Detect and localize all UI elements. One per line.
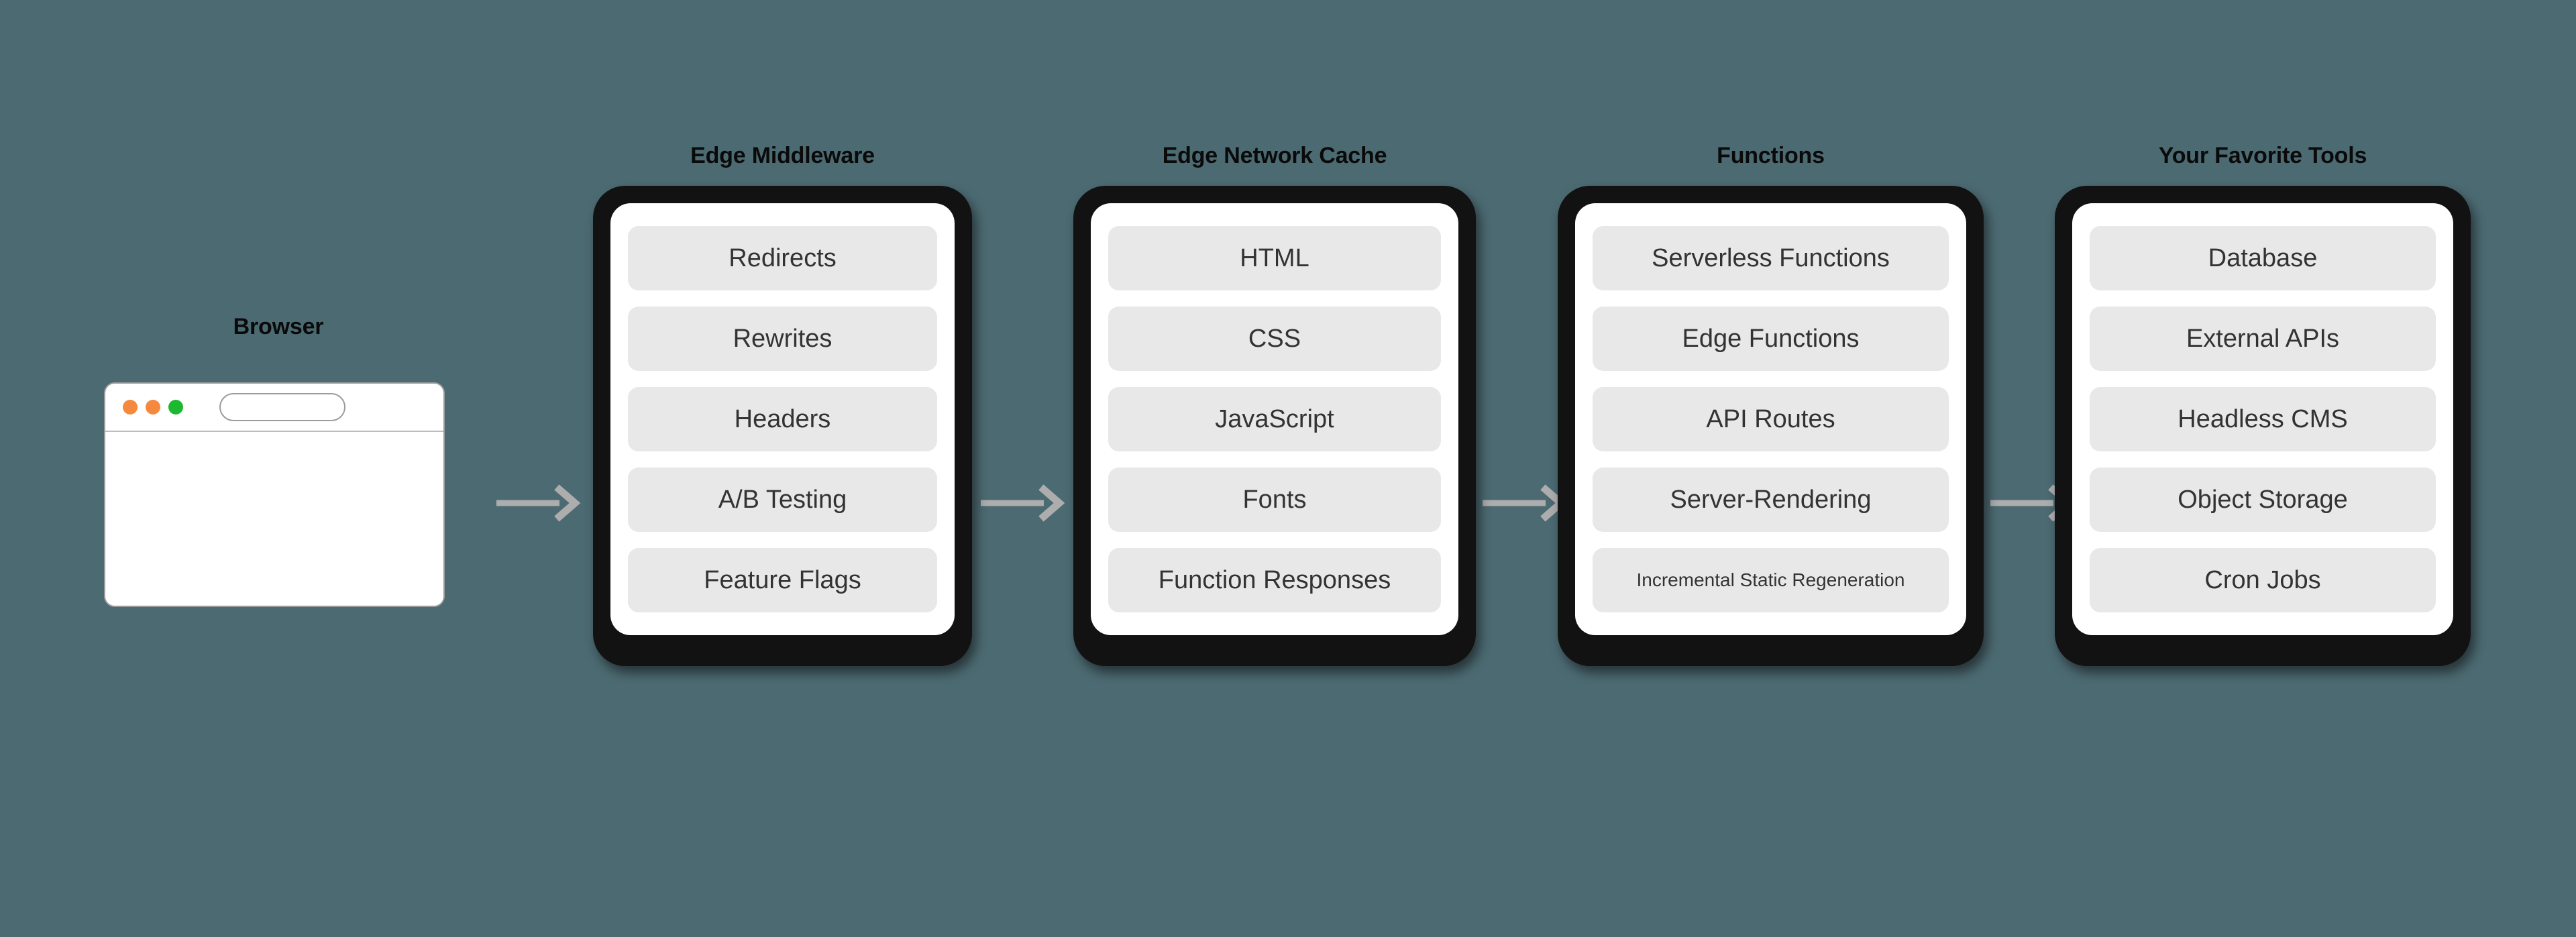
feature-pill[interactable]: Fonts <box>1108 467 1441 532</box>
feature-pill[interactable]: Object Storage <box>2090 467 2436 532</box>
close-dot-icon <box>123 400 138 415</box>
pipeline-column-edge-network-cache: Edge Network Cache HTML CSS JavaScript F… <box>1073 144 1476 666</box>
feature-pill[interactable]: Incremental Static Regeneration <box>1593 548 1949 612</box>
arrow-edge-middleware-to-edge-network-cache <box>979 484 1067 522</box>
feature-pill[interactable]: JavaScript <box>1108 387 1441 451</box>
column-title: Edge Network Cache <box>1162 143 1387 168</box>
browser-title: Browser <box>233 314 324 339</box>
feature-pill[interactable]: Headless CMS <box>2090 387 2436 451</box>
minimize-dot-icon <box>146 400 160 415</box>
feature-pill[interactable]: Cron Jobs <box>2090 548 2436 612</box>
pipeline-column-functions: Functions Serverless Functions Edge Func… <box>1558 144 1984 666</box>
arrow-browser-to-edge-middleware <box>495 484 582 522</box>
column-title: Your Favorite Tools <box>2158 143 2367 168</box>
feature-pill[interactable]: HTML <box>1108 226 1441 290</box>
browser-block: Browser <box>104 315 453 607</box>
feature-pill[interactable]: Serverless Functions <box>1593 226 1949 290</box>
feature-pill[interactable]: Rewrites <box>628 307 937 371</box>
column-card-body: Serverless Functions Edge Functions API … <box>1575 203 1966 635</box>
feature-pill[interactable]: Redirects <box>628 226 937 290</box>
column-card-body: Redirects Rewrites Headers A/B Testing F… <box>610 203 955 635</box>
feature-pill[interactable]: External APIs <box>2090 307 2436 371</box>
diagram-canvas: Browser Edge Middleware Redirects Rewrit… <box>0 0 2576 937</box>
column-title: Edge Middleware <box>690 143 875 168</box>
column-card: Database External APIs Headless CMS Obje… <box>2055 186 2471 666</box>
pipeline-column-edge-middleware: Edge Middleware Redirects Rewrites Heade… <box>593 144 972 666</box>
feature-pill[interactable]: A/B Testing <box>628 467 937 532</box>
feature-pill[interactable]: Function Responses <box>1108 548 1441 612</box>
feature-pill[interactable]: API Routes <box>1593 387 1949 451</box>
browser-window-mockup <box>104 382 445 607</box>
url-input[interactable] <box>219 393 345 421</box>
pipeline-column-your-favorite-tools: Your Favorite Tools Database External AP… <box>2055 144 2471 666</box>
column-card: HTML CSS JavaScript Fonts Function Respo… <box>1073 186 1476 666</box>
column-card-body: Database External APIs Headless CMS Obje… <box>2072 203 2453 635</box>
feature-pill[interactable]: Headers <box>628 387 937 451</box>
feature-pill[interactable]: Database <box>2090 226 2436 290</box>
column-card: Serverless Functions Edge Functions API … <box>1558 186 1984 666</box>
column-title: Functions <box>1717 143 1825 168</box>
column-card: Redirects Rewrites Headers A/B Testing F… <box>593 186 972 666</box>
feature-pill[interactable]: Server-Rendering <box>1593 467 1949 532</box>
column-card-body: HTML CSS JavaScript Fonts Function Respo… <box>1091 203 1458 635</box>
maximize-dot-icon <box>168 400 183 415</box>
browser-viewport <box>105 432 443 606</box>
browser-chrome <box>105 384 443 432</box>
feature-pill[interactable]: CSS <box>1108 307 1441 371</box>
arrow-edge-network-cache-to-functions <box>1481 484 1568 522</box>
feature-pill[interactable]: Edge Functions <box>1593 307 1949 371</box>
feature-pill[interactable]: Feature Flags <box>628 548 937 612</box>
